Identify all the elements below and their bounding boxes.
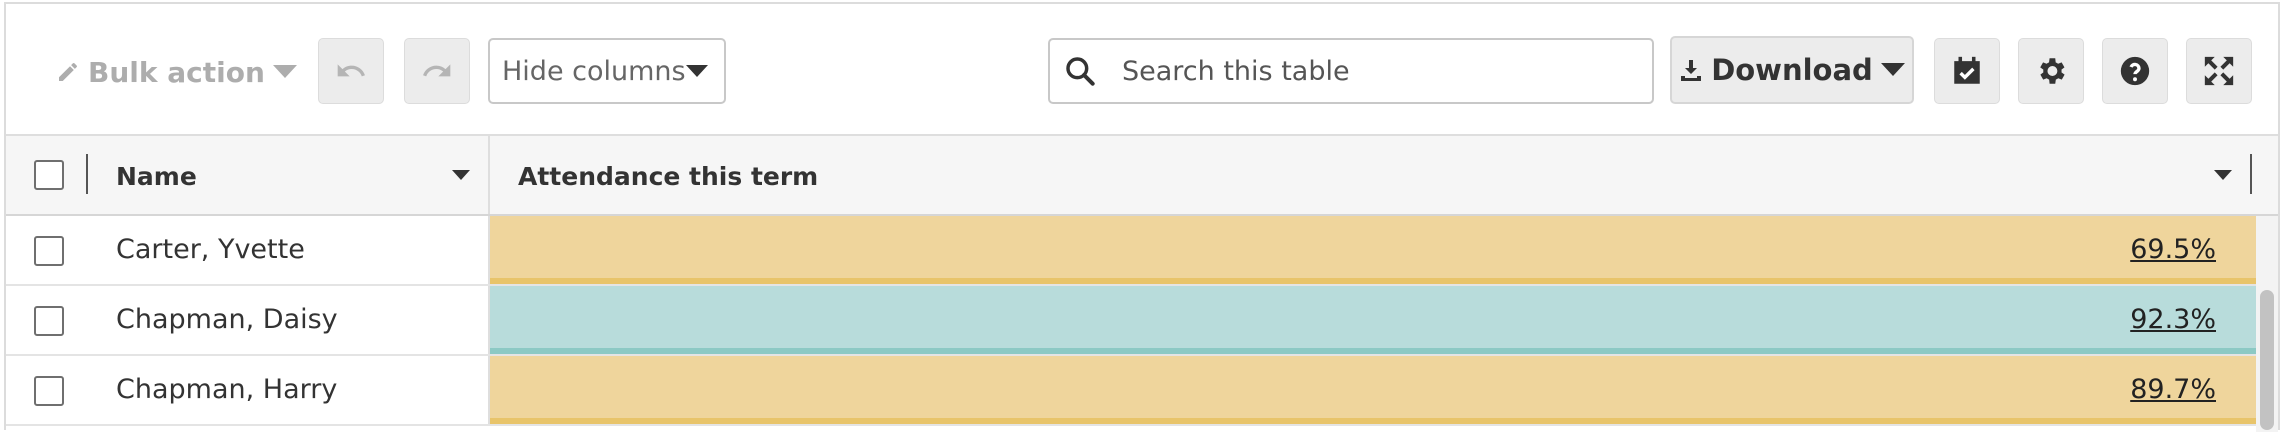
- bulk-action-button[interactable]: Bulk action: [56, 52, 297, 92]
- column-divider: [488, 136, 490, 214]
- calendar-button[interactable]: [1934, 38, 2000, 104]
- caret-down-icon: [1880, 63, 1905, 76]
- table-body: Carter, Yvette 69.5% Chapman, Daisy 92.3% Ch…: [6, 216, 2256, 432]
- hide-columns-label: Hide columns: [502, 55, 686, 87]
- help-icon: [2120, 56, 2150, 86]
- scrollbar-thumb[interactable]: [2260, 290, 2274, 430]
- caret-down-icon: [272, 65, 297, 78]
- search-input[interactable]: Search this table: [1048, 38, 1654, 104]
- table-row[interactable]: Chapman, Harry 89.7%: [6, 356, 2256, 426]
- attendance-sort-caret-icon[interactable]: [2214, 170, 2232, 180]
- caret-down-icon: [686, 64, 708, 77]
- table-toolbar: Bulk action Hide columns Search this tab…: [6, 4, 2278, 132]
- table-header: Name Attendance this term: [6, 134, 2278, 216]
- attendance-cell: 89.7%: [490, 356, 2256, 424]
- attendance-cell: 92.3%: [490, 286, 2256, 354]
- table-row[interactable]: Carter, Yvette 69.5%: [6, 216, 2256, 286]
- download-label: Download: [1711, 53, 1873, 87]
- row-checkbox[interactable]: [34, 306, 64, 336]
- table-row[interactable]: Chapman, Daisy 92.3%: [6, 286, 2256, 356]
- redo-icon: [423, 64, 451, 77]
- student-name: Chapman, Daisy: [116, 304, 338, 335]
- name-sort-caret-icon[interactable]: [452, 170, 470, 180]
- pencil-icon: [59, 62, 77, 81]
- attendance-value-link[interactable]: 69.5%: [2130, 234, 2216, 265]
- row-checkbox[interactable]: [34, 376, 64, 406]
- attendance-value-link[interactable]: 92.3%: [2130, 304, 2216, 335]
- download-button[interactable]: Download: [1670, 36, 1914, 104]
- redo-button[interactable]: [404, 38, 470, 104]
- hide-columns-select[interactable]: Hide columns: [488, 38, 726, 104]
- column-header-name[interactable]: Name: [116, 162, 197, 191]
- column-divider: [86, 154, 88, 194]
- bulk-action-label: Bulk action: [88, 55, 265, 89]
- attendance-cell: 69.5%: [490, 216, 2256, 284]
- undo-button[interactable]: [318, 38, 384, 104]
- settings-button[interactable]: [2018, 38, 2084, 104]
- student-name: Chapman, Harry: [116, 374, 338, 405]
- column-resize-handle[interactable]: [2250, 154, 2252, 194]
- column-header-attendance[interactable]: Attendance this term: [518, 162, 818, 191]
- download-icon: [1681, 60, 1702, 81]
- undo-icon: [337, 64, 365, 77]
- search-icon: [1066, 57, 1095, 86]
- search-placeholder: Search this table: [1122, 55, 1350, 87]
- gear-icon: [2040, 58, 2065, 84]
- attendance-value-link[interactable]: 89.7%: [2130, 374, 2216, 405]
- calendar-check-icon: [1954, 56, 1980, 84]
- student-name: Carter, Yvette: [116, 234, 305, 265]
- fullscreen-button[interactable]: [2186, 38, 2252, 104]
- help-button[interactable]: [2102, 38, 2168, 104]
- row-checkbox[interactable]: [34, 236, 64, 266]
- select-all-checkbox[interactable]: [34, 160, 64, 190]
- table-widget: Bulk action Hide columns Search this tab…: [4, 2, 2280, 432]
- fullscreen-icon: [2204, 56, 2234, 86]
